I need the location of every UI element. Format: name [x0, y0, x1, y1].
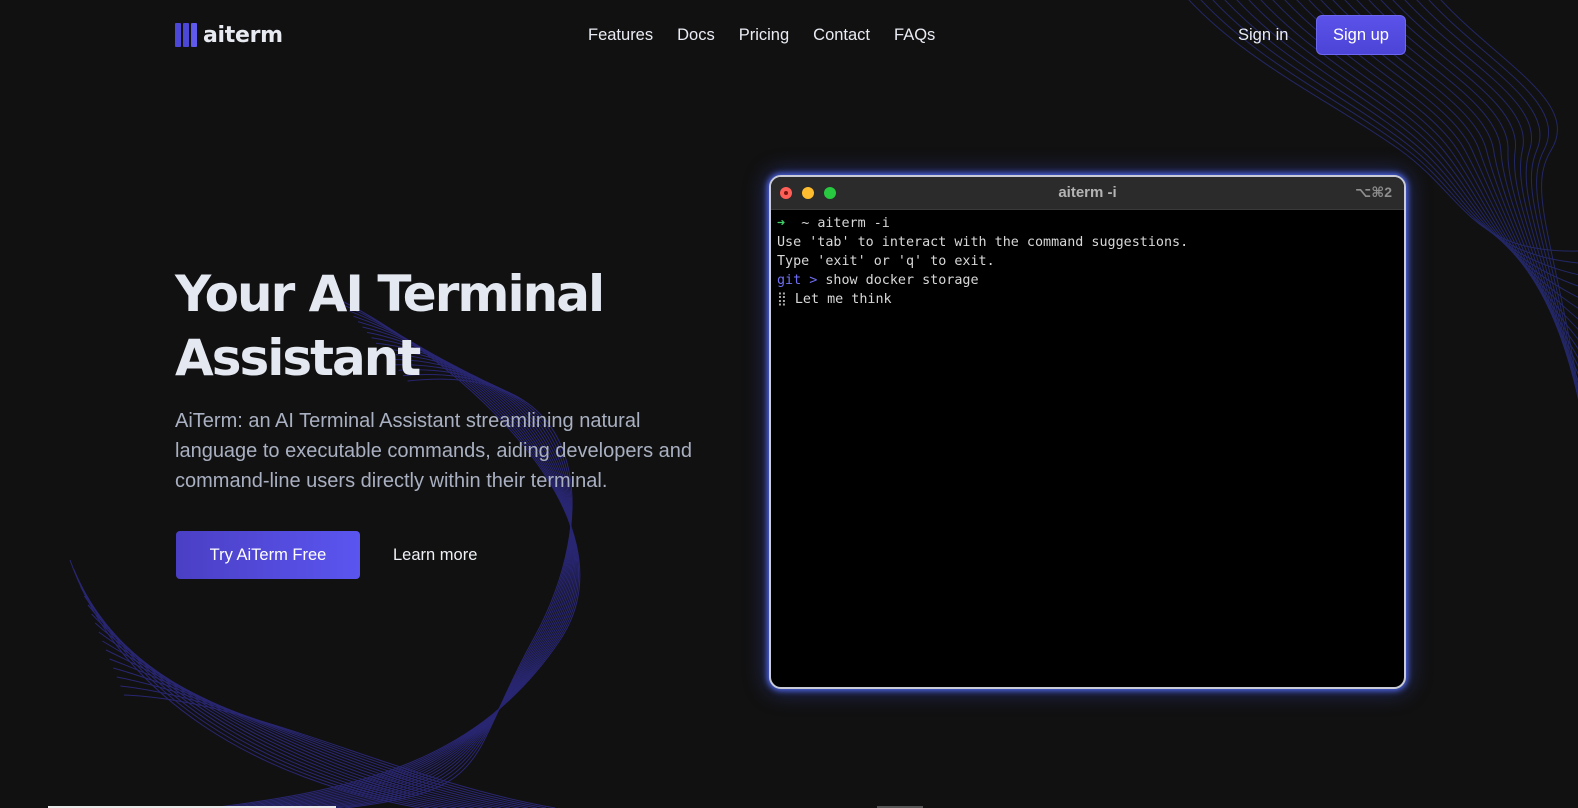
typed-command: aiterm -i — [817, 216, 890, 231]
background-wave-line — [94, 622, 484, 808]
background-wave-line — [76, 577, 439, 808]
background-wave-line — [98, 631, 493, 808]
try-free-button[interactable]: Try AiTerm Free — [176, 531, 360, 579]
nav-pricing[interactable]: Pricing — [739, 24, 789, 46]
terminal-output[interactable]: ➜ ~ aiterm -i Use 'tab' to interact with … — [771, 210, 1404, 309]
hero-title-line-1: Your AI Terminal — [175, 265, 605, 323]
background-wave-line — [83, 595, 457, 808]
prompt-path: ~ — [801, 216, 810, 231]
background-wave-line — [102, 640, 502, 808]
background-wave-line — [87, 604, 466, 808]
background-wave-line — [91, 613, 475, 808]
background-wave-line — [109, 658, 520, 808]
terminal-line-hint: Use 'tab' to interact with the command s… — [777, 235, 1189, 250]
brand-name: aiterm — [203, 22, 283, 48]
background-wave-line — [116, 676, 538, 808]
hero-title: Your AI Terminal Assistant — [175, 262, 735, 390]
hero-description: AiTerm: an AI Terminal Assistant streaml… — [175, 410, 693, 492]
nav-contact[interactable]: Contact — [813, 24, 870, 46]
landing-page: aiterm Features Docs Pricing Contact FAQ… — [0, 0, 1578, 808]
spinner-icon: ⣿ — [777, 292, 787, 307]
thinking-text: Let me think — [794, 292, 892, 307]
nav-features[interactable]: Features — [588, 24, 653, 46]
nav-faqs[interactable]: FAQs — [894, 24, 935, 46]
terminal-shortcut: ⌥⌘2 — [1355, 184, 1392, 200]
background-wave-line — [73, 568, 430, 808]
background-wave-line — [1428, 0, 1578, 396]
sign-in-link[interactable]: Sign in — [1238, 24, 1288, 46]
background-wave-line — [123, 694, 556, 808]
terminal-line-thinking: ⣿ Let me think — [777, 290, 1404, 309]
terminal-title-bar: aiterm -i ⌥⌘2 — [771, 177, 1404, 210]
learn-more-link[interactable]: Learn more — [393, 544, 477, 566]
background-wave-line — [105, 649, 511, 808]
background-wave-line — [120, 685, 547, 808]
terminal-line-command: ➜ ~ aiterm -i — [777, 214, 1404, 233]
terminal-line-git: git > show docker storage — [777, 271, 1404, 290]
sign-up-button[interactable]: Sign up — [1316, 15, 1406, 55]
terminal-window: aiterm -i ⌥⌘2 ➜ ~ aiterm -i Use 'tab' to … — [769, 175, 1406, 689]
prompt-arrow-icon: ➜ — [777, 216, 786, 231]
git-input: show docker storage — [825, 273, 979, 288]
nav-docs[interactable]: Docs — [677, 24, 715, 46]
background-wave-line — [113, 667, 529, 808]
background-wave-line — [1440, 0, 1578, 390]
terminal-line-exit-hint: Type 'exit' or 'q' to exit. — [777, 254, 995, 269]
background-wave-line — [1404, 0, 1578, 400]
main-nav: Features Docs Pricing Contact FAQs — [588, 24, 935, 46]
logo-bars-icon — [175, 23, 197, 47]
background-wave-line — [69, 559, 421, 808]
background-wave-line — [1416, 0, 1578, 399]
logo-link[interactable]: aiterm — [175, 22, 283, 48]
terminal-title: aiterm -i — [1058, 184, 1117, 201]
background-wave-line — [1392, 0, 1578, 399]
git-prompt: git > — [777, 273, 818, 288]
hero-title-line-2: Assistant — [175, 329, 421, 387]
background-wave-line — [80, 586, 448, 808]
